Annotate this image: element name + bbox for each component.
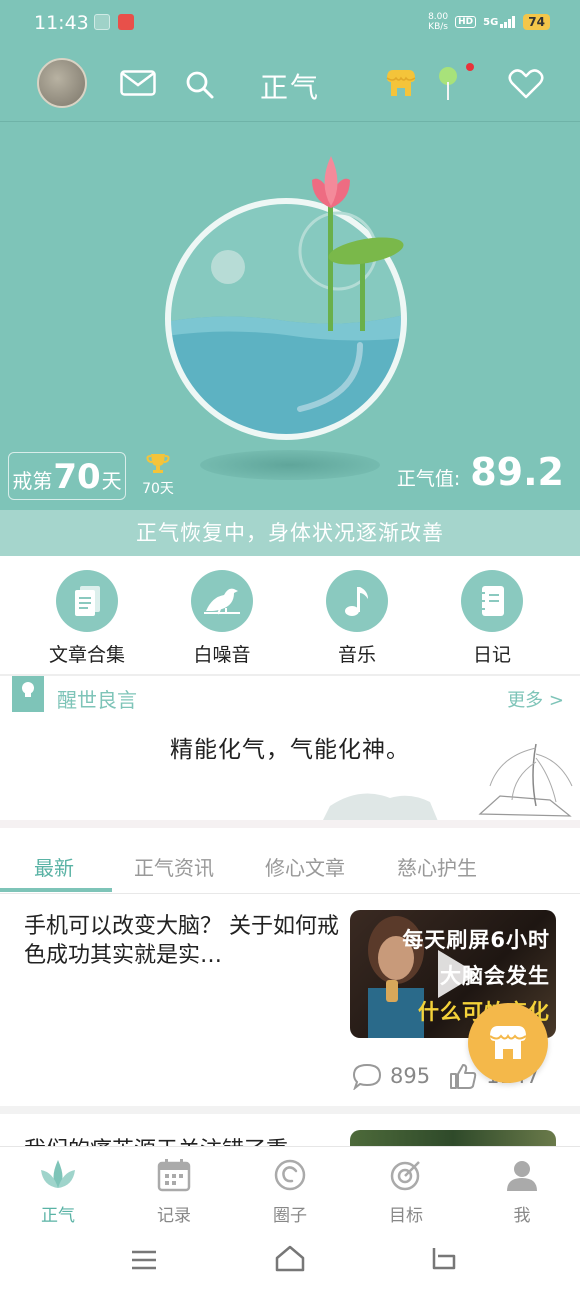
bulb-bookmark-icon xyxy=(12,676,44,712)
status-time: 11:43 xyxy=(34,12,89,34)
tab-mind-articles[interactable]: 修心文章 xyxy=(265,852,345,881)
calendar-icon xyxy=(157,1159,191,1192)
page-title: 正气 xyxy=(259,71,320,104)
system-navigation-bar xyxy=(0,1230,580,1293)
status-bar: 11:43 8.00 KB/s HD 5G 74 xyxy=(0,0,580,46)
score-label: 正气值: xyxy=(396,468,461,490)
article-title[interactable]: 手机可以改变大脑？ 关于如何戒色成功其实就是实… xyxy=(24,912,340,970)
quick-action-label: 文章合集 xyxy=(48,644,125,666)
document-icon xyxy=(56,570,118,632)
circle-icon xyxy=(274,1159,306,1191)
nav-label: 圈子 xyxy=(273,1206,307,1226)
article-item[interactable]: 手机可以改变大脑？ 关于如何戒色成功其实就是实… 每天刷屏6小时 大脑会发生 什… xyxy=(0,894,580,1114)
user-icon xyxy=(507,1161,537,1191)
quick-action-articles[interactable]: 文章合集 xyxy=(32,570,142,667)
menu-icon[interactable] xyxy=(130,1248,158,1272)
status-message: 正气恢复中，身体状况逐渐改善 xyxy=(0,510,580,556)
signal-label: 5G xyxy=(483,17,499,28)
nav-item-records[interactable]: 记录 xyxy=(124,1155,224,1226)
play-icon[interactable] xyxy=(434,948,480,1000)
back-icon[interactable] xyxy=(428,1244,458,1272)
content-tabs: 最新 正气资讯 修心文章 慈心护生 xyxy=(0,836,580,894)
tab-news[interactable]: 正气资讯 xyxy=(134,852,214,881)
nav-item-circle[interactable]: 圈子 xyxy=(240,1155,340,1226)
lotus-flower-icon xyxy=(312,156,350,208)
nav-item-goals[interactable]: 目标 xyxy=(356,1155,456,1226)
music-note-icon xyxy=(326,570,388,632)
quote-header: 醒世良言 xyxy=(57,688,137,712)
comment-count: 895 xyxy=(390,1064,431,1088)
app-notification-icon xyxy=(94,14,110,30)
days-prefix: 戒第 xyxy=(12,469,53,493)
active-tab-indicator xyxy=(0,888,112,892)
network-speed-unit: KB/s xyxy=(428,22,448,32)
notebook-icon xyxy=(461,570,523,632)
score-value: 89.2 xyxy=(470,450,564,494)
days-badge: 戒第 70 天 xyxy=(8,452,126,500)
quick-action-music[interactable]: 音乐 xyxy=(302,570,412,667)
bottom-navigation: 正气 记录 圈子 目标 我 xyxy=(0,1146,580,1230)
home-icon[interactable] xyxy=(274,1244,306,1272)
quick-action-label: 音乐 xyxy=(337,644,376,666)
heart-icon[interactable] xyxy=(508,68,544,100)
shop-fab-button[interactable] xyxy=(468,1003,548,1083)
like-icon[interactable] xyxy=(448,1062,478,1090)
comment-icon[interactable] xyxy=(352,1062,382,1090)
nav-label: 我 xyxy=(513,1206,531,1226)
tab-compassion[interactable]: 慈心护生 xyxy=(397,852,477,881)
days-value: 70 xyxy=(53,457,101,497)
hero-section: 11:43 8.00 KB/s HD 5G 74 正气 戒第 70 天 70天 … xyxy=(0,0,580,556)
nav-label: 正气 xyxy=(41,1206,75,1226)
tree-icon[interactable] xyxy=(436,62,476,104)
lotus-bowl-illustration[interactable] xyxy=(160,195,412,443)
lotus-icon xyxy=(41,1160,75,1188)
network-speed-value: 8.00 xyxy=(428,12,449,22)
quote-card[interactable]: 醒世良言 更多 > 精能化气，气能化神。 xyxy=(0,676,580,828)
nav-item-home[interactable]: 正气 xyxy=(8,1155,108,1226)
bird-icon xyxy=(191,570,253,632)
network-speed: 8.00 KB/s xyxy=(428,12,448,32)
app-notification-icon-2 xyxy=(118,14,134,30)
quick-action-label: 日记 xyxy=(472,644,511,666)
days-suffix: 天 xyxy=(101,469,122,493)
nav-label: 记录 xyxy=(157,1206,191,1226)
nav-label: 目标 xyxy=(389,1206,423,1226)
quick-action-label: 白噪音 xyxy=(193,644,251,666)
shop-icon xyxy=(489,1026,527,1059)
battery-indicator: 74 xyxy=(523,14,550,30)
signal-indicator: 5G xyxy=(483,16,516,28)
quick-action-diary[interactable]: 日记 xyxy=(437,570,547,667)
trophy-icon xyxy=(146,454,170,473)
quick-actions: 文章合集 白噪音 音乐 日记 xyxy=(0,556,580,676)
signal-bars-icon xyxy=(500,16,516,28)
top-navbar: 正气 xyxy=(0,46,580,122)
shop-icon[interactable] xyxy=(385,68,417,98)
trophy-text: 70天 xyxy=(142,481,174,497)
bowl-shadow xyxy=(200,450,380,480)
nav-item-me[interactable]: 我 xyxy=(472,1155,572,1226)
righteousness-score: 正气值: 89.2 xyxy=(397,450,564,494)
quick-action-white-noise[interactable]: 白噪音 xyxy=(167,570,277,667)
tab-latest[interactable]: 最新 xyxy=(34,852,74,881)
landscape-illustration xyxy=(323,743,573,820)
hd-badge: HD xyxy=(455,16,477,28)
target-icon xyxy=(390,1161,420,1191)
trophy-badge[interactable]: 70天 xyxy=(140,452,176,498)
quote-more-link[interactable]: 更多 > xyxy=(507,686,564,712)
